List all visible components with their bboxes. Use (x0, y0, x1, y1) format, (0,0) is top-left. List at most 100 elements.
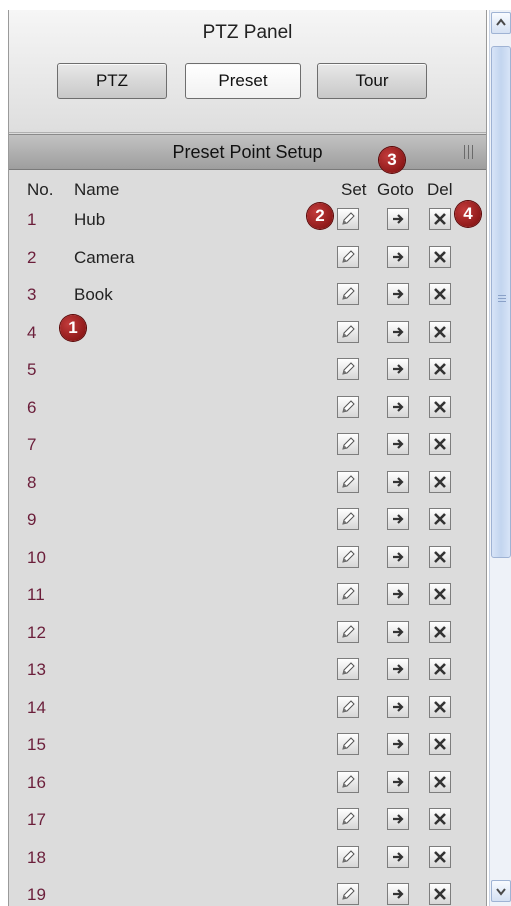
goto-preset-button[interactable] (387, 845, 409, 868)
delete-preset-button[interactable] (429, 508, 451, 530)
preset-row: 16 (9, 767, 486, 805)
tab-tour[interactable]: Tour (317, 63, 427, 99)
delete-preset-button[interactable] (429, 770, 451, 793)
set-preset-button[interactable] (337, 620, 359, 643)
preset-number: 3 (27, 285, 37, 304)
goto-preset-button[interactable] (387, 508, 409, 530)
set-preset-button[interactable] (337, 508, 359, 530)
set-preset-button[interactable] (337, 395, 359, 418)
set-preset-button[interactable] (337, 808, 359, 830)
delete-preset-button[interactable] (429, 620, 451, 643)
preset-number: 15 (27, 735, 46, 754)
set-preset-button[interactable] (337, 470, 359, 493)
delete-preset-button[interactable] (429, 358, 451, 380)
preset-name[interactable]: Book (74, 285, 113, 305)
set-preset-button[interactable] (337, 283, 359, 305)
set-preset-button[interactable] (337, 358, 359, 380)
preset-row: 9 (9, 504, 486, 542)
delete-preset-button[interactable] (429, 545, 451, 568)
preset-row: 12 (9, 617, 486, 655)
goto-preset-button[interactable] (387, 358, 409, 380)
goto-preset-button[interactable] (387, 433, 409, 455)
goto-preset-button[interactable] (387, 883, 409, 905)
goto-preset-button[interactable] (387, 808, 409, 830)
column-header-goto: Goto (377, 180, 414, 199)
delete-preset-button[interactable] (429, 283, 451, 305)
panel-header: PTZ Panel PTZ Preset Tour (9, 10, 486, 133)
annotation-badge-3: 3 (379, 147, 405, 173)
thumb-grip-icon (498, 295, 506, 305)
set-preset-button[interactable] (337, 245, 359, 268)
set-preset-button[interactable] (337, 545, 359, 568)
annotation-badge-4: 4 (455, 201, 481, 227)
preset-row: 14 (9, 692, 486, 730)
preset-row: 1 Hub (9, 204, 486, 242)
set-preset-button[interactable] (337, 770, 359, 793)
preset-row: 7 (9, 429, 486, 467)
scroll-thumb[interactable] (491, 46, 511, 558)
set-preset-button[interactable] (337, 583, 359, 605)
delete-preset-button[interactable] (429, 695, 451, 718)
delete-preset-button[interactable] (429, 583, 451, 605)
preset-row: 19 (9, 879, 486, 906)
preset-row: 11 (9, 579, 486, 617)
scroll-down-button[interactable] (491, 880, 511, 902)
goto-preset-button[interactable] (387, 395, 409, 418)
goto-preset-button[interactable] (387, 583, 409, 605)
goto-preset-button[interactable] (387, 770, 409, 793)
preset-row: 13 (9, 654, 486, 692)
column-header-name: Name (74, 180, 120, 199)
preset-number: 4 (27, 322, 37, 342)
goto-preset-button[interactable] (387, 733, 409, 755)
section-header[interactable]: Preset Point Setup (9, 134, 486, 170)
preset-name[interactable]: Hub (74, 210, 105, 230)
delete-preset-button[interactable] (429, 245, 451, 268)
goto-preset-button[interactable] (387, 320, 409, 343)
preset-row: 17 (9, 804, 486, 842)
goto-preset-button[interactable] (387, 208, 409, 230)
goto-preset-button[interactable] (387, 620, 409, 643)
preset-number: 12 (27, 622, 46, 642)
goto-preset-button[interactable] (387, 245, 409, 268)
annotation-badge-1: 1 (60, 315, 86, 341)
set-preset-button[interactable] (337, 733, 359, 755)
preset-number: 7 (27, 435, 37, 454)
goto-preset-button[interactable] (387, 283, 409, 305)
goto-preset-button[interactable] (387, 545, 409, 568)
set-preset-button[interactable] (337, 883, 359, 905)
chevron-down-icon (496, 888, 506, 896)
delete-preset-button[interactable] (429, 433, 451, 455)
preset-row: 15 (9, 729, 486, 767)
scroll-up-button[interactable] (491, 12, 511, 34)
chevron-up-icon (496, 18, 506, 26)
delete-preset-button[interactable] (429, 470, 451, 493)
set-preset-button[interactable] (337, 658, 359, 680)
preset-name[interactable]: Camera (74, 248, 134, 268)
goto-preset-button[interactable] (387, 695, 409, 718)
delete-preset-button[interactable] (429, 883, 451, 905)
delete-preset-button[interactable] (429, 658, 451, 680)
delete-preset-button[interactable] (429, 733, 451, 755)
goto-preset-button[interactable] (387, 658, 409, 680)
set-preset-button[interactable] (337, 845, 359, 868)
delete-preset-button[interactable] (429, 320, 451, 343)
set-preset-button[interactable] (337, 433, 359, 455)
tab-ptz[interactable]: PTZ (57, 63, 167, 99)
delete-preset-button[interactable] (429, 808, 451, 830)
preset-number: 17 (27, 810, 46, 829)
set-preset-button[interactable] (337, 208, 359, 230)
ptz-panel: PTZ Panel PTZ Preset Tour Preset Point S… (8, 10, 487, 906)
delete-preset-button[interactable] (429, 845, 451, 868)
column-header-no: No. (27, 180, 54, 199)
delete-preset-button[interactable] (429, 395, 451, 418)
preset-row: 2 Camera (9, 242, 486, 280)
preset-row: 6 (9, 392, 486, 430)
set-preset-button[interactable] (337, 695, 359, 718)
delete-preset-button[interactable] (429, 208, 451, 230)
resize-grip-icon[interactable] (464, 145, 476, 159)
goto-preset-button[interactable] (387, 470, 409, 493)
set-preset-button[interactable] (337, 320, 359, 343)
preset-number: 16 (27, 772, 46, 792)
vertical-scrollbar[interactable] (489, 10, 511, 906)
tab-preset[interactable]: Preset (185, 63, 301, 99)
